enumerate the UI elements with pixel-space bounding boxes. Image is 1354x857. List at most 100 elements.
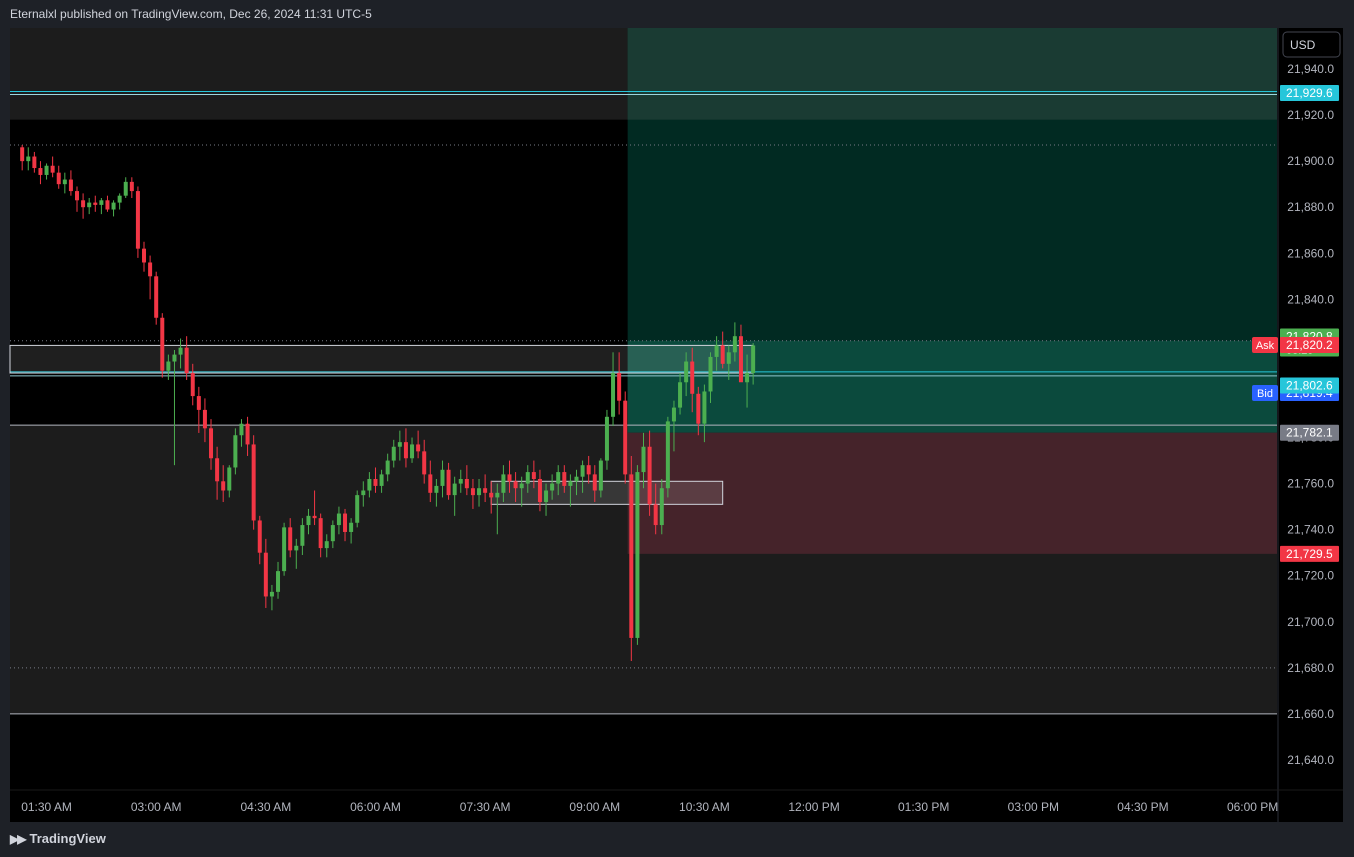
price-tag-ask: Ask [1256, 340, 1275, 352]
candle-body-76 [483, 488, 488, 493]
range-box-0 [9, 344, 754, 374]
candle-body-29 [196, 396, 201, 410]
candle-body-35 [233, 435, 238, 468]
x-tick-label: 01:30 PM [898, 800, 949, 814]
candle-body-50 [324, 541, 329, 549]
candle-body-36 [239, 423, 244, 436]
candle-body-74 [470, 488, 475, 496]
currency-label: USD [1290, 38, 1316, 52]
candle-body-9 [75, 191, 80, 201]
candle-body-106 [665, 421, 670, 489]
candle-body-32 [215, 458, 220, 482]
candle-body-3 [38, 168, 43, 175]
candle-body-102 [641, 446, 646, 473]
candle-body-105 [659, 488, 664, 526]
candle-body-113 [708, 356, 713, 392]
candle-body-45 [294, 545, 299, 551]
candle-body-99 [623, 400, 628, 475]
candle-body-6 [56, 172, 61, 185]
candle-body-95 [598, 460, 603, 491]
x-tick-label: 07:30 AM [460, 800, 511, 814]
candle-body-118 [738, 336, 743, 383]
candle-body-66 [422, 451, 427, 475]
x-tick-label: 04:30 PM [1117, 800, 1168, 814]
candle-body-23 [160, 317, 165, 371]
candle-body-31 [209, 428, 214, 459]
candle-body-41 [269, 591, 274, 597]
candle-body-15 [111, 202, 116, 210]
candle-body-11 [87, 202, 92, 208]
candle-body-13 [99, 200, 104, 205]
candle-body-87 [550, 483, 555, 491]
candle-body-120 [751, 345, 756, 374]
candle-body-34 [227, 467, 232, 491]
candle-body-0 [20, 147, 25, 162]
candle-body-67 [428, 474, 433, 493]
candle-body-96 [604, 416, 609, 461]
y-tick-label: 21,680.0 [1287, 661, 1334, 675]
candle-body-64 [410, 444, 415, 459]
candle-body-62 [397, 442, 402, 447]
candle-body-100 [629, 474, 634, 638]
candle-body-107 [671, 407, 676, 422]
x-tick-label: 04:30 AM [240, 800, 291, 814]
candle-body-61 [391, 446, 396, 461]
candle-body-110 [690, 361, 695, 394]
candle-body-48 [312, 515, 317, 519]
brand-footer: ▶▶ TradingView [10, 831, 106, 846]
candle-body-82 [519, 483, 524, 489]
candle-body-5 [50, 165, 55, 173]
price-label-text-0: 21,929.6 [1286, 86, 1333, 100]
candle-body-40 [263, 552, 268, 597]
candle-body-117 [732, 336, 737, 353]
candle-body-53 [343, 513, 348, 532]
price-chart[interactable]: 21,640.0 21,660.0 21,680.0 21,700.0 21,720.0… [0, 0, 1354, 857]
candle-body-89 [562, 472, 567, 486]
candle-body-83 [525, 472, 530, 484]
y-tick-label: 21,660.0 [1287, 707, 1334, 721]
candle-body-8 [68, 179, 73, 192]
candle-body-65 [416, 444, 421, 452]
candle-body-111 [696, 393, 701, 424]
y-tick-label: 21,700.0 [1287, 615, 1334, 629]
candle-body-80 [507, 474, 512, 482]
candle-body-20 [142, 248, 147, 263]
candle-body-69 [440, 469, 445, 486]
x-tick-label: 03:00 AM [131, 800, 182, 814]
x-tick-label: 01:30 AM [21, 800, 72, 814]
candle-body-70 [446, 469, 451, 496]
candle-body-81 [513, 481, 518, 489]
candle-body-27 [184, 347, 189, 374]
candle-body-47 [306, 515, 311, 526]
candle-body-26 [178, 347, 183, 355]
candle-body-1 [26, 156, 31, 162]
candle-body-90 [568, 481, 573, 486]
candle-body-86 [544, 490, 549, 503]
candle-body-79 [501, 474, 506, 493]
candle-body-98 [617, 373, 622, 401]
candle-body-101 [635, 472, 640, 638]
candle-body-57 [367, 478, 372, 491]
y-tick-label: 21,840.0 [1287, 292, 1334, 306]
range-box-1 [490, 480, 724, 505]
candle-body-97 [611, 373, 616, 417]
candle-body-52 [336, 513, 341, 526]
candle-body-60 [385, 460, 390, 475]
price-label-text-6: 21,729.5 [1286, 547, 1333, 561]
x-tick-label: 03:00 PM [1008, 800, 1059, 814]
candle-body-28 [190, 373, 195, 397]
currency-button[interactable]: USD [1282, 31, 1341, 58]
x-tick-label: 10:30 AM [679, 800, 730, 814]
candle-body-22 [154, 276, 159, 318]
candle-body-38 [251, 444, 256, 521]
candle-body-72 [458, 478, 463, 484]
candle-body-17 [123, 181, 128, 196]
candle-body-58 [373, 478, 378, 486]
candle-body-71 [452, 483, 457, 496]
candle-body-30 [202, 409, 207, 429]
candle-body-109 [684, 361, 689, 383]
candle-body-37 [245, 423, 250, 445]
x-tick-label: 09:00 AM [569, 800, 620, 814]
candle-body-94 [592, 474, 597, 491]
candle-body-2 [32, 156, 37, 169]
